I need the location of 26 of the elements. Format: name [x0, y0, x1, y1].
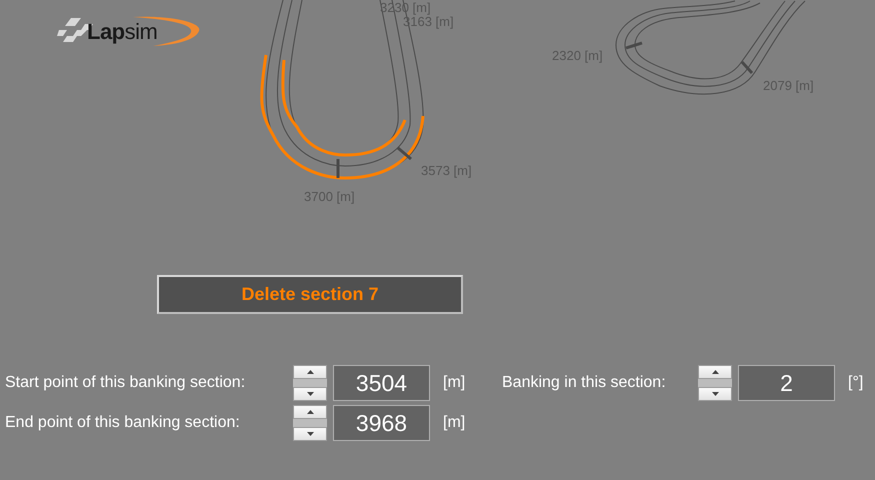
increment-button[interactable]	[293, 405, 327, 419]
caret-up-icon	[306, 370, 314, 374]
value-field[interactable]: 3968	[333, 405, 430, 441]
increment-button[interactable]	[698, 365, 732, 379]
logo-text: Lapsim	[87, 19, 158, 45]
spinner[interactable]	[698, 365, 732, 401]
field-label: Start point of this banking section:	[5, 374, 246, 392]
unit-label: [m]	[443, 414, 466, 432]
increment-button[interactable]	[293, 365, 327, 379]
value-field[interactable]: 3504	[333, 365, 430, 401]
field-label: Banking in this section:	[502, 374, 667, 392]
field-label: End point of this banking section:	[5, 414, 241, 432]
delete-section-button[interactable]: Delete section 7	[157, 275, 463, 314]
spinner[interactable]	[293, 365, 327, 401]
caret-down-icon	[306, 432, 314, 436]
caret-down-icon	[306, 392, 314, 396]
decrement-button[interactable]	[293, 427, 327, 441]
caret-up-icon	[306, 410, 314, 414]
unit-label: [°]	[848, 374, 864, 392]
value-field[interactable]: 2	[738, 365, 835, 401]
unit-label: [m]	[443, 374, 466, 392]
decrement-button[interactable]	[293, 387, 327, 401]
decrement-button[interactable]	[698, 387, 732, 401]
caret-up-icon	[712, 370, 718, 374]
caret-down-icon	[712, 392, 718, 396]
spinner[interactable]	[293, 405, 327, 441]
